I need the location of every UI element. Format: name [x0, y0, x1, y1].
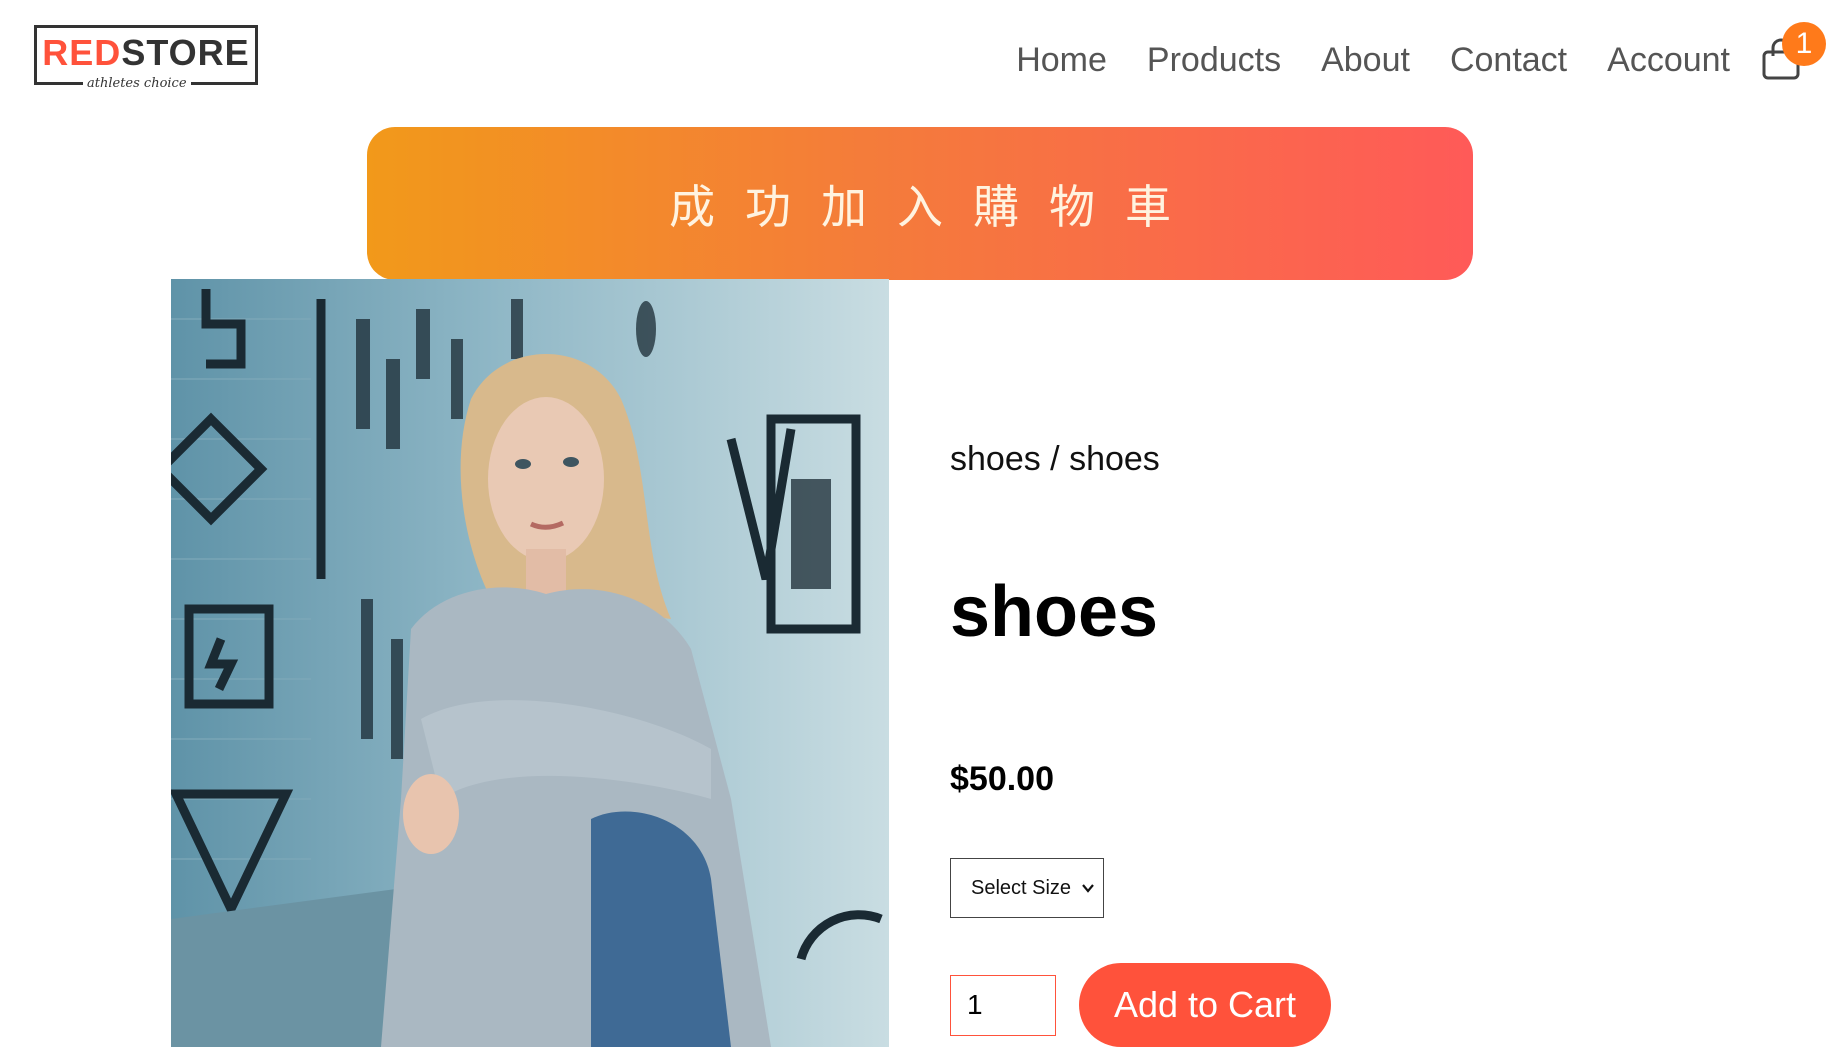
- breadcrumb: shoes / shoes: [950, 440, 1160, 478]
- added-to-cart-toast: 成功加入購物車: [367, 127, 1473, 280]
- size-select[interactable]: Select Size: [950, 858, 1104, 918]
- toast-message: 成功加入購物車: [669, 179, 1201, 234]
- main-nav: Home Products About Contact Account: [1016, 36, 1730, 84]
- site-header: REDSTORE athletes choice Home Products A…: [0, 0, 1830, 120]
- redstore-logo[interactable]: REDSTORE athletes choice: [34, 25, 258, 92]
- add-to-cart-button[interactable]: Add to Cart: [1079, 963, 1331, 1047]
- logo-wordmark: REDSTORE: [42, 32, 250, 73]
- size-select-value: Select Size: [971, 877, 1072, 899]
- nav-home[interactable]: Home: [1016, 36, 1107, 84]
- nav-contact[interactable]: Contact: [1450, 36, 1567, 84]
- nav-products[interactable]: Products: [1147, 36, 1281, 84]
- logo-tagline: athletes choice: [83, 76, 191, 92]
- product-image: [171, 279, 889, 1047]
- product-price: $50.00: [950, 760, 1054, 798]
- nav-account[interactable]: Account: [1607, 36, 1730, 84]
- cart-button[interactable]: 1: [1760, 22, 1826, 82]
- nav-about[interactable]: About: [1321, 36, 1410, 84]
- cart-count-badge: 1: [1782, 22, 1826, 66]
- quantity-input[interactable]: 1: [950, 975, 1056, 1036]
- product-title: shoes: [950, 572, 1159, 652]
- chevron-down-icon: [1082, 884, 1094, 893]
